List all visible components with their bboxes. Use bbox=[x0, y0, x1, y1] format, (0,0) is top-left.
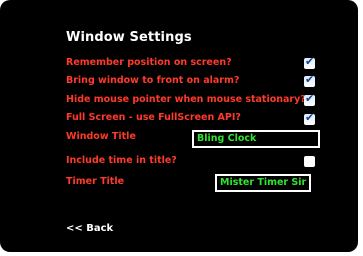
window-settings-panel: Window Settings Remember position on scr… bbox=[0, 0, 358, 252]
hide-pointer-label: Hide mouse pointer when mouse stationary… bbox=[66, 94, 306, 105]
hide-pointer-checkbox[interactable]: ✔ bbox=[304, 92, 315, 106]
include-time-checkbox[interactable] bbox=[304, 156, 315, 167]
timer-title-field[interactable]: Mister Timer Sir bbox=[215, 174, 311, 192]
checkmark-icon: ✔ bbox=[305, 92, 315, 105]
fullscreen-label: Full Screen - use FullScreen API? bbox=[66, 112, 241, 123]
back-link[interactable]: << Back bbox=[66, 223, 113, 234]
checkmark-icon: ✔ bbox=[305, 73, 315, 86]
bring-front-checkbox[interactable]: ✔ bbox=[304, 73, 315, 87]
include-time-label: Include time in title? bbox=[66, 155, 177, 166]
timer-title-label: Timer Title bbox=[66, 176, 125, 187]
page-title: Window Settings bbox=[66, 30, 192, 45]
window-title-label: Window Title bbox=[66, 131, 136, 142]
window-title-field[interactable]: Bling Clock bbox=[192, 130, 320, 148]
checkmark-icon: ✔ bbox=[305, 111, 315, 124]
remember-position-label: Remember position on screen? bbox=[66, 57, 232, 68]
remember-position-checkbox[interactable]: ✔ bbox=[304, 55, 315, 69]
bring-front-label: Bring window to front on alarm? bbox=[66, 75, 240, 86]
fullscreen-checkbox[interactable]: ✔ bbox=[304, 111, 315, 125]
checkmark-icon: ✔ bbox=[305, 55, 315, 68]
